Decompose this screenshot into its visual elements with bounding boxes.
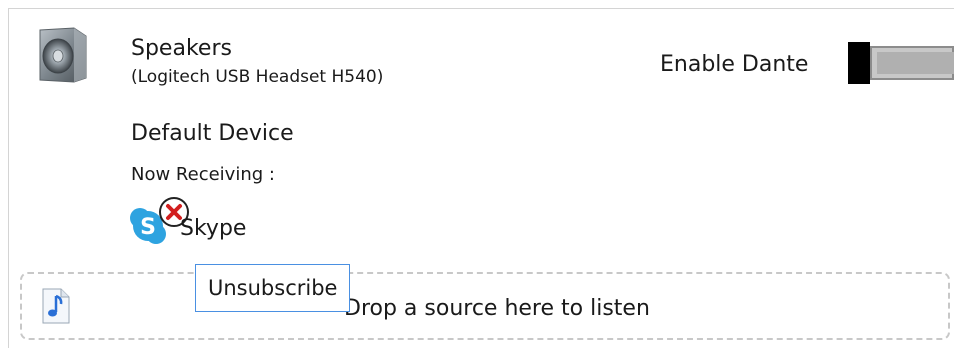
music-note-icon: [41, 288, 71, 324]
toggle-track: [870, 46, 954, 80]
toggle-knob: [848, 42, 870, 84]
enable-dante-toggle[interactable]: [848, 42, 954, 84]
source-item-skype[interactable]: S Skype: [128, 196, 328, 250]
default-device-status: Default Device: [131, 121, 294, 146]
source-name: Skype: [180, 216, 247, 241]
device-panel-stage: Speakers (Logitech USB Headset H540) Ena…: [0, 0, 954, 351]
speaker-icon: [36, 26, 88, 84]
enable-dante-label: Enable Dante: [660, 52, 809, 77]
drop-zone[interactable]: Drop a source here to listen: [20, 272, 950, 340]
svg-text:S: S: [140, 215, 156, 240]
device-subtitle: (Logitech USB Headset H540): [131, 67, 384, 87]
unsubscribe-tooltip: Unsubscribe: [195, 264, 351, 312]
drop-zone-label: Drop a source here to listen: [344, 296, 650, 321]
device-name: Speakers: [131, 36, 232, 61]
toggle-track-fill: [877, 52, 954, 74]
now-receiving-label: Now Receiving :: [131, 164, 275, 185]
